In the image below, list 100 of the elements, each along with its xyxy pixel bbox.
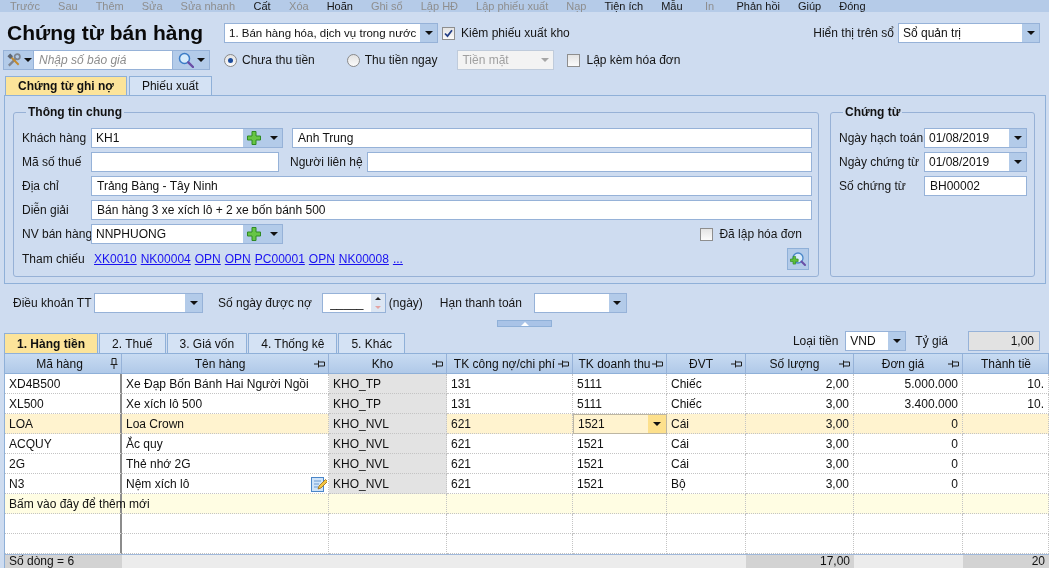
pin-icon[interactable] xyxy=(314,359,325,368)
checkbox-label[interactable]: Kiêm phiếu xuất kho xyxy=(461,23,570,43)
pin-icon[interactable] xyxy=(731,359,742,368)
pin-icon[interactable] xyxy=(432,359,443,368)
customer-name-field[interactable]: Anh Trung xyxy=(292,128,812,148)
table-row[interactable]: N3 Nệm xích lô KHO_NVL 621 1521 Bộ 3,00 0 xyxy=(5,474,1049,494)
tools-button[interactable] xyxy=(3,50,34,70)
reference-link[interactable]: NK00004 xyxy=(140,252,191,266)
quote-number-field[interactable]: Nhập số báo giá xyxy=(34,50,172,70)
pin-icon[interactable] xyxy=(110,358,118,369)
table-row[interactable]: XD4B500 Xe Đạp Bốn Bánh Hai Người Ngồi KHO_TP 131 5111 Chiếc 2,00 5.000.000 10. xyxy=(5,374,1049,394)
contact-field[interactable] xyxy=(366,152,812,172)
checkbox-label[interactable]: Lập kèm hóa đơn xyxy=(586,50,681,70)
checkbox[interactable] xyxy=(700,227,714,241)
exchange-rate-field[interactable]: 1,00 xyxy=(968,331,1040,351)
column-header[interactable]: Kho xyxy=(329,354,447,374)
dropdown-button[interactable] xyxy=(185,294,202,312)
dropdown-button[interactable] xyxy=(648,415,666,433)
tab[interactable]: Phiếu xuất xyxy=(128,76,212,95)
reference-link[interactable]: PC00001 xyxy=(254,252,305,266)
dropdown-button[interactable] xyxy=(1009,153,1026,171)
table-row[interactable]: LOA Loa Crown KHO_NVL 621 1521 Cái 3,00 0 xyxy=(5,414,1049,434)
ledger-dropdown[interactable]: Sổ quản trị xyxy=(898,23,1040,43)
cell-dropdown[interactable]: 1521 xyxy=(573,414,667,434)
checkbox[interactable] xyxy=(442,26,455,40)
pin-icon[interactable] xyxy=(948,359,959,368)
reference-link[interactable]: OPN xyxy=(194,252,221,266)
dropdown-button[interactable] xyxy=(608,294,626,312)
currency-dropdown[interactable]: VND xyxy=(845,331,907,351)
search-icon xyxy=(177,52,194,68)
reference-search-button[interactable] xyxy=(787,248,809,270)
dropdown-button[interactable] xyxy=(888,332,906,350)
toolbar-button[interactable]: Cất xyxy=(247,0,278,12)
radio-label[interactable]: Thu tiền ngay xyxy=(364,50,438,70)
column-header[interactable]: TK công nợ/chi phí xyxy=(447,354,573,374)
reference-link[interactable]: OPN xyxy=(224,252,251,266)
tax-code-field[interactable] xyxy=(91,152,279,172)
edit-note-icon[interactable] xyxy=(311,476,327,492)
reference-link[interactable]: OPN xyxy=(308,252,335,266)
new-row[interactable]: Bấm vào đây để thêm mới xyxy=(5,494,1049,514)
column-header[interactable]: ĐVT xyxy=(667,354,746,374)
column-header[interactable]: Mã hàng xyxy=(5,354,122,374)
search-button[interactable] xyxy=(172,50,210,70)
pin-icon[interactable] xyxy=(839,359,850,368)
column-header[interactable]: Thành tiề xyxy=(963,354,1049,374)
toolbar-button[interactable]: Mẫu xyxy=(655,0,689,12)
radio-button[interactable] xyxy=(224,53,237,67)
tab[interactable]: 4. Thống kê xyxy=(248,333,338,353)
add-row-prompt[interactable]: Bấm vào đây để thêm mới xyxy=(5,497,150,511)
tab[interactable]: Chứng từ ghi nợ xyxy=(5,76,127,95)
reference-link[interactable]: NK00008 xyxy=(338,252,389,266)
checkbox-label[interactable]: Đã lập hóa đơn xyxy=(719,224,802,244)
dropdown-button[interactable] xyxy=(1009,129,1026,147)
tab[interactable]: 1. Hàng tiền xyxy=(4,333,98,353)
checkbox[interactable] xyxy=(567,53,581,67)
field-label: Ngày chứng từ xyxy=(839,154,921,171)
radio-button[interactable] xyxy=(346,53,360,67)
column-header[interactable]: TK doanh thu xyxy=(573,354,667,374)
column-header[interactable]: Đơn giá xyxy=(854,354,963,374)
caret-down-icon xyxy=(23,58,32,62)
pin-icon[interactable] xyxy=(558,359,569,368)
field-label: NV bán hàng xyxy=(22,226,91,243)
dropdown-button[interactable] xyxy=(420,24,438,42)
reference-link[interactable]: XK0010 xyxy=(94,252,137,266)
description-field[interactable]: Bán hàng 3 xe xích lô + 2 xe bốn bánh 500 xyxy=(91,200,812,220)
address-field[interactable]: Trảng Bàng - Tây Ninh xyxy=(91,176,812,196)
toolbar-button[interactable]: Phản hồi xyxy=(730,0,786,12)
toolbar-button[interactable]: Hoãn xyxy=(320,0,359,12)
pin-icon[interactable] xyxy=(652,359,663,368)
caret-down-icon xyxy=(653,422,661,426)
sale-type-dropdown[interactable]: 1. Bán hàng hóa, dịch vụ trong nước xyxy=(224,23,438,43)
tab[interactable]: 2. Thuế xyxy=(99,333,166,353)
table-row[interactable]: XL500 Xe xích lô 500 KHO_TP 131 5111 Chiếc 3,00 3.400.000 10. xyxy=(5,394,1049,414)
toolbar-button[interactable]: Tiện ích xyxy=(598,0,650,12)
dropdown-button[interactable] xyxy=(1022,24,1039,42)
dropdown-button[interactable] xyxy=(265,129,282,147)
tab[interactable]: 3. Giá vốn xyxy=(166,333,248,353)
credit-days-field[interactable]: _____ xyxy=(321,293,386,313)
voucher-number-field[interactable]: BH00002 xyxy=(924,176,1027,196)
reference-link[interactable]: ... xyxy=(392,252,403,266)
date-field[interactable]: 01/08/2019 xyxy=(924,152,1027,172)
table-row[interactable]: ACQUY Ắc quy KHO_NVL 621 1521 Cái 3,00 0 xyxy=(5,434,1049,454)
field-label: Hiển thị trên sổ xyxy=(813,25,894,42)
date-field[interactable]: 01/08/2019 xyxy=(924,128,1027,148)
radio-label[interactable]: Chưa thu tiền xyxy=(242,50,315,70)
table-cell: KHO_TP xyxy=(329,374,447,394)
tab[interactable]: 5. Khác xyxy=(338,333,406,353)
caret-up-icon xyxy=(520,321,529,326)
salesperson-field[interactable]: NNPHUONG xyxy=(91,224,283,244)
customer-code-field[interactable]: KH1 xyxy=(91,128,283,148)
column-header[interactable]: Tên hàng xyxy=(122,354,329,374)
table-cell: KHO_NVL xyxy=(329,454,447,474)
toolbar-button[interactable]: Giúp xyxy=(791,0,828,12)
caret-down-icon xyxy=(1013,160,1022,164)
dropdown-button[interactable] xyxy=(265,225,282,243)
group-title: Chứng từ xyxy=(844,105,902,119)
table-row[interactable]: 2G Thẻ nhớ 2G KHO_NVL 621 1521 Cái 3,00 0 xyxy=(5,454,1049,474)
toolbar-button[interactable]: Đóng xyxy=(833,0,872,12)
caret-down-icon xyxy=(1013,136,1022,140)
column-header[interactable]: Số lượng xyxy=(746,354,854,374)
